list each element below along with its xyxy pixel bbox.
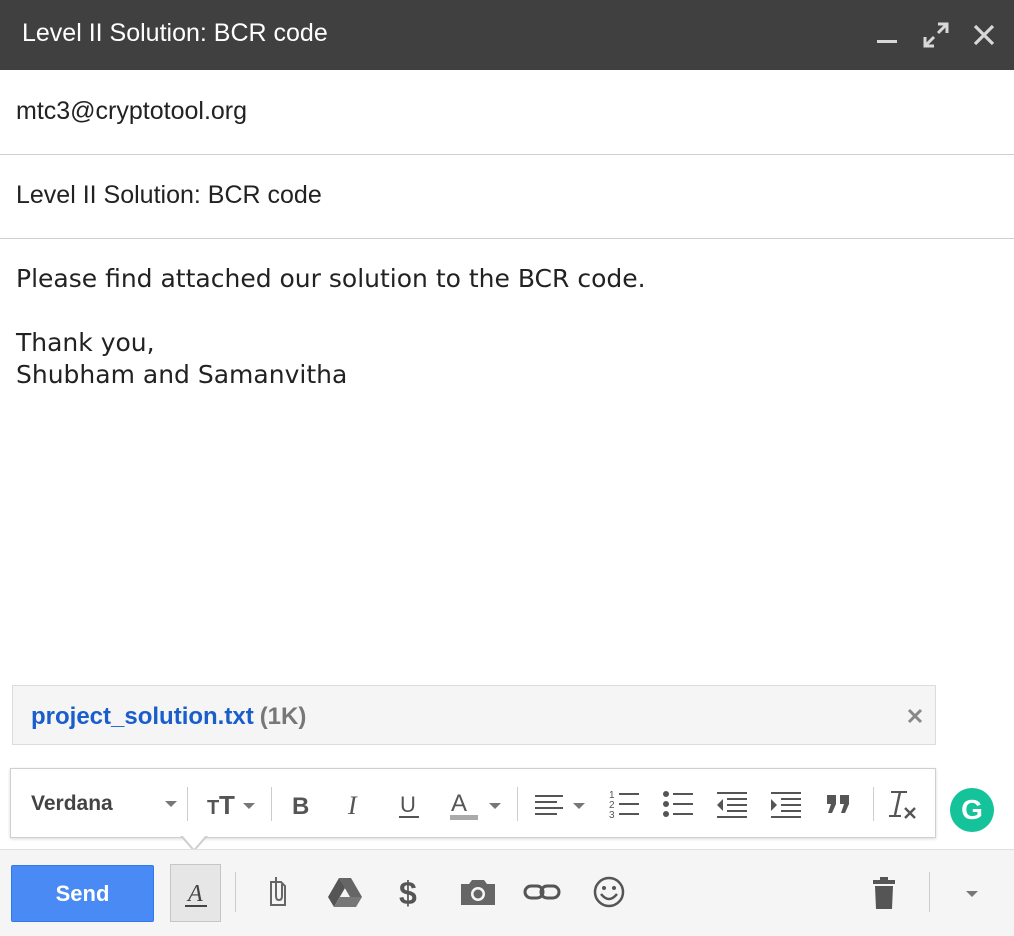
remove-attachment-icon[interactable] <box>905 706 925 726</box>
insert-money-icon[interactable]: $ <box>390 872 430 912</box>
formatting-options-icon[interactable]: A <box>170 864 221 922</box>
compose-actions-bar: Send A $ <box>0 849 1014 936</box>
divider <box>271 787 272 821</box>
italic-icon[interactable]: I <box>337 783 375 825</box>
divider <box>873 787 874 821</box>
body-line: Please find attached our solution to the… <box>16 264 646 293</box>
more-options-icon[interactable] <box>952 872 992 912</box>
numbered-list-icon[interactable]: 1 2 3 <box>603 783 647 825</box>
indent-less-icon[interactable] <box>711 783 755 825</box>
svg-text:U: U <box>400 792 416 817</box>
subject-field[interactable]: Level II Solution: BCR code <box>0 155 1014 239</box>
text-size-icon[interactable]: T T <box>199 783 263 825</box>
quote-icon[interactable] <box>819 783 863 825</box>
toolbar-pointer-inner <box>182 835 206 849</box>
font-select[interactable]: Verdana <box>19 783 179 825</box>
svg-text:A: A <box>451 790 467 817</box>
indent-more-icon[interactable] <box>765 783 809 825</box>
bold-icon[interactable]: B <box>283 783 321 825</box>
svg-text:B: B <box>292 793 309 820</box>
message-body[interactable]: Please find attached our solution to the… <box>16 263 976 391</box>
svg-text:$: $ <box>399 875 417 911</box>
full-screen-icon[interactable] <box>919 18 953 52</box>
attach-files-icon[interactable] <box>258 872 298 912</box>
svg-text:T: T <box>207 797 219 819</box>
remove-formatting-icon[interactable] <box>883 783 927 825</box>
compose-title: Level II Solution: BCR code <box>22 19 328 47</box>
divider <box>517 787 518 821</box>
close-icon[interactable] <box>967 18 1001 52</box>
attachment-link[interactable]: project_solution.txt (1K) <box>31 703 306 731</box>
grammarly-icon[interactable]: G <box>950 788 994 832</box>
svg-text:I: I <box>347 791 358 820</box>
svg-text:A: A <box>186 881 203 907</box>
insert-emoji-icon[interactable] <box>589 872 629 912</box>
discard-draft-icon[interactable] <box>864 872 904 912</box>
attachment-size: (1K) <box>259 703 307 730</box>
divider <box>929 872 930 912</box>
divider <box>187 787 188 821</box>
minimize-icon[interactable] <box>870 18 904 52</box>
divider <box>235 872 236 912</box>
send-button[interactable]: Send <box>11 865 154 922</box>
body-line: Shubham and Samanvitha <box>16 360 348 389</box>
chevron-down-icon <box>165 801 177 807</box>
svg-text:T: T <box>219 790 235 820</box>
formatting-toolbar: Verdana T T B I U A 1 2 3 <box>10 768 936 838</box>
underline-icon[interactable]: U <box>391 783 429 825</box>
subject-input[interactable]: Level II Solution: BCR code <box>16 181 322 210</box>
to-recipient[interactable]: mtc3@cryptotool.org <box>16 97 247 126</box>
body-line <box>16 295 976 327</box>
insert-drive-icon[interactable] <box>325 872 365 912</box>
insert-photo-icon[interactable] <box>458 872 498 912</box>
compose-titlebar[interactable]: Level II Solution: BCR code <box>0 0 1014 70</box>
to-field[interactable]: mtc3@cryptotool.org <box>0 71 1014 155</box>
svg-text:3: 3 <box>609 810 615 821</box>
attachment-filename[interactable]: project_solution.txt <box>31 703 254 730</box>
bulleted-list-icon[interactable] <box>657 783 701 825</box>
font-select-label: Verdana <box>31 792 113 815</box>
body-line: Thank you, <box>16 328 155 357</box>
text-color-icon[interactable]: A <box>445 783 507 825</box>
insert-link-icon[interactable] <box>522 872 562 912</box>
attachment-chip[interactable]: project_solution.txt (1K) <box>12 685 936 745</box>
align-icon[interactable] <box>529 783 591 825</box>
